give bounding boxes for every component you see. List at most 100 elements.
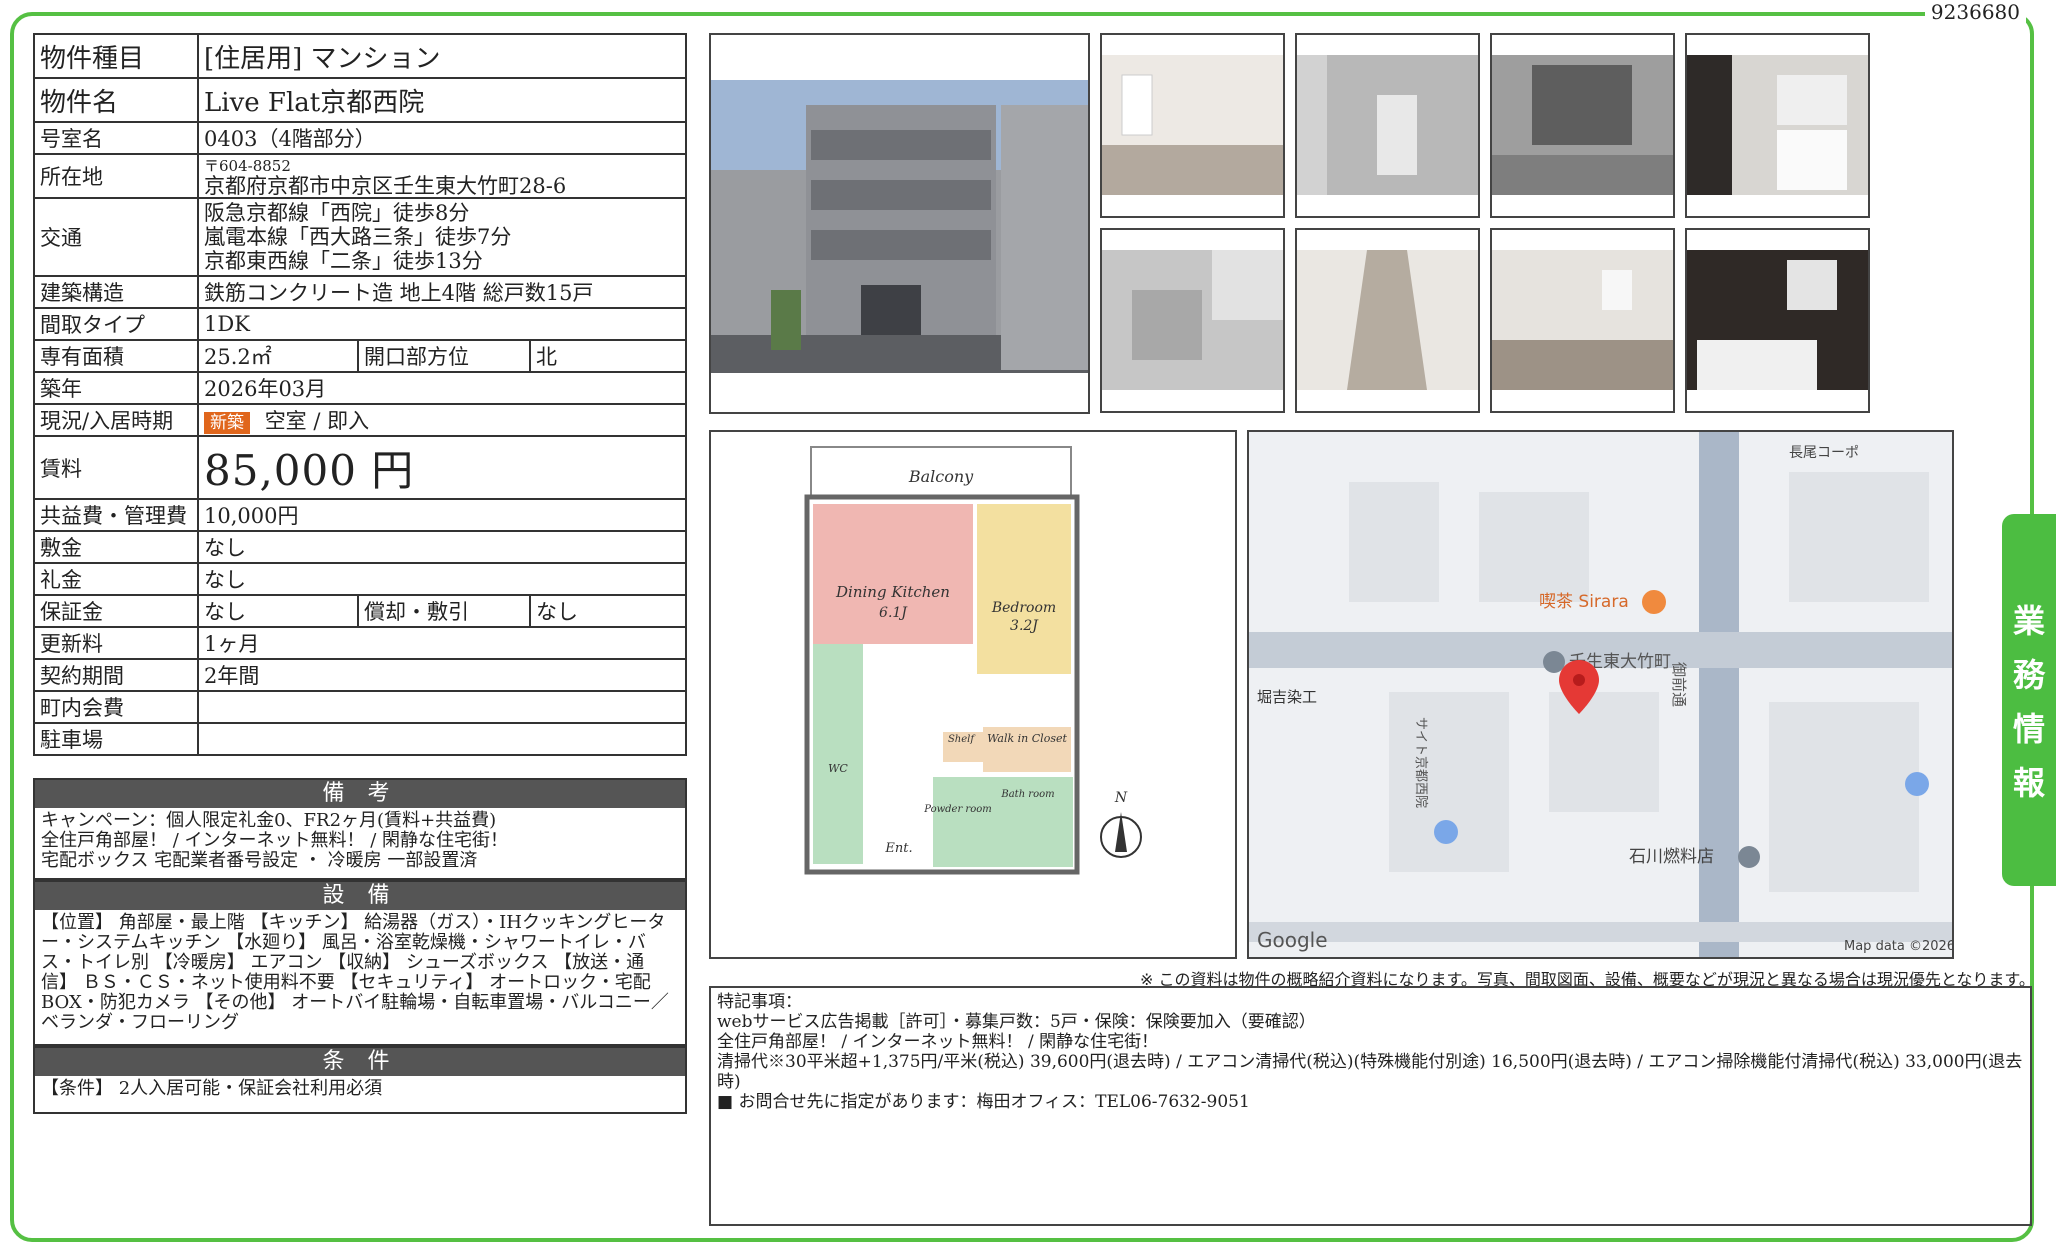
- room-value: 0403（4階部分）: [197, 121, 687, 155]
- key-money-value: なし: [197, 562, 687, 596]
- mailbox-photo[interactable]: [1490, 33, 1675, 218]
- deposit-value: なし: [197, 530, 687, 564]
- bedroom-label: Bedroom: [991, 600, 1056, 616]
- access-label: 交通: [33, 197, 199, 277]
- renewal-label: 更新料: [33, 626, 199, 660]
- exterior-photo[interactable]: [709, 33, 1090, 414]
- structure-value: 鉄筋コンクリート造 地上4階 総戸数15戸: [197, 275, 687, 309]
- amort-label: 償却・敷引: [357, 594, 531, 628]
- side-tab-char: 務: [2012, 656, 2045, 694]
- wc-label: WC: [828, 762, 848, 775]
- notes-line: webサービス広告掲載［許可］・募集戸数：5戸・保険：保険要加入（要確認）: [717, 1012, 1316, 1032]
- layout-value: 1DK: [197, 307, 687, 341]
- zip-code: 〒604-8852: [204, 157, 291, 175]
- remarks-line: 宅配ボックス 宅配業者番号設定 ・ 冷暖房 一部設置済: [41, 850, 478, 871]
- closet-label: Walk in Closet: [987, 732, 1067, 745]
- map-label: 堀吉染工: [1257, 688, 1317, 706]
- parking-label: 駐車場: [33, 722, 199, 756]
- property-info-table: 物件種目 [住居用] マンション 物件名 Live Flat京都西院 号室名 0…: [33, 33, 687, 756]
- google-logo: Google: [1257, 928, 1328, 952]
- entrance-label: Ent.: [884, 841, 912, 856]
- facing-value: 北: [529, 339, 687, 373]
- place-marker-icon: [1543, 651, 1565, 673]
- side-tab-char: 情: [2012, 710, 2045, 748]
- contract-label: 契約期間: [33, 658, 199, 692]
- parking-value: [197, 722, 687, 756]
- map-label: 長尾コーポ: [1789, 445, 1859, 461]
- powder-room-label: Powder room: [923, 804, 992, 815]
- status-cell: 新築 空室 / 即入: [197, 403, 687, 437]
- notes-heading: 特記事項：: [717, 992, 802, 1012]
- remarks-title: 備 考: [35, 780, 685, 808]
- room-photo[interactable]: [1100, 33, 1285, 218]
- layout-label: 間取タイプ: [33, 307, 199, 341]
- status-label: 現況/入居時期: [33, 403, 199, 437]
- document-id: 9236680: [1924, 0, 2026, 24]
- address-value: 京都府京都市中京区壬生東大竹町28-6: [204, 174, 567, 198]
- special-notes: 特記事項： webサービス広告掲載［許可］・募集戸数：5戸・保険：保険要加入（要…: [709, 986, 2032, 1226]
- side-tab-char: 報: [2012, 764, 2045, 802]
- notes-line: 全住戸角部屋！ / インターネット無料！ / 閑静な住宅街！: [717, 1032, 1159, 1052]
- conditions-text: 【条件】 2人入居可能・保証会社利用必須: [41, 1078, 383, 1099]
- area-label: 専有面積: [33, 339, 199, 373]
- dining-kitchen-label: Dining Kitchen: [835, 583, 950, 601]
- bath-room-label: Bath room: [1000, 789, 1054, 800]
- equipment-title: 設 備: [35, 882, 685, 910]
- built-label: 築年: [33, 371, 199, 405]
- notes-line: 清掃代※30平米超+1,375円/平米(税込) 39,600円(退去時) / エ…: [717, 1052, 2023, 1092]
- map-label: 石川燃料店: [1629, 847, 1714, 867]
- bedroom-size: 3.2J: [1010, 618, 1039, 634]
- key-money-label: 礼金: [33, 562, 199, 596]
- type-label: 物件種目: [33, 33, 199, 79]
- fee-value: 10,000円: [197, 498, 687, 532]
- conditions-section: 条 件 【条件】 2人入居可能・保証会社利用必須: [33, 1046, 687, 1114]
- address-label: 所在地: [33, 153, 199, 199]
- parking-icon: [1905, 772, 1929, 796]
- structure-label: 建築構造: [33, 275, 199, 309]
- balcony-label: Balcony: [908, 467, 974, 486]
- area-value: 25.2㎡: [197, 339, 359, 373]
- bedroom-photo[interactable]: [1490, 228, 1675, 413]
- rent-label: 賃料: [33, 435, 199, 500]
- bathroom-photo[interactable]: [1685, 228, 1870, 413]
- facing-label: 開口部方位: [357, 339, 531, 373]
- access-line: 阪急京都線「西院」徒歩8分: [204, 201, 470, 225]
- balcony-photo[interactable]: [1100, 228, 1285, 413]
- hallway-photo[interactable]: [1295, 228, 1480, 413]
- map-credit: Map data ©2026: [1844, 939, 1952, 954]
- conditions-title: 条 件: [35, 1048, 685, 1076]
- name-label: 物件名: [33, 77, 199, 123]
- fee-label: 共益費・管理費: [33, 498, 199, 532]
- renewal-value: 1ヶ月: [197, 626, 687, 660]
- assoc-value: [197, 690, 687, 724]
- toilet-photo[interactable]: [1295, 33, 1480, 218]
- remarks-line: 全住戸角部屋！ / インターネット無料！ / 閑静な住宅街！: [41, 830, 509, 851]
- business-info-tab[interactable]: 業 務 情 報: [2002, 514, 2056, 886]
- assoc-label: 町内会費: [33, 690, 199, 724]
- amort-value: なし: [529, 594, 687, 628]
- parking-icon: [1434, 820, 1458, 844]
- cafe-icon: [1642, 590, 1666, 614]
- remarks-section: 備 考 キャンペーン：個人限定礼金0、FR2ヶ月(賃料+共益費) 全住戸角部屋！…: [33, 778, 687, 880]
- equipment-section: 設 備 【位置】 角部屋・最上階 【キッチン】 給湯器（ガス）・IHクッキングヒ…: [33, 880, 687, 1046]
- name-value: Live Flat京都西院: [197, 77, 687, 123]
- map-label: 御前通: [1670, 662, 1688, 707]
- guarantee-value: なし: [197, 594, 359, 628]
- map-label: 喫茶 Sirara: [1539, 592, 1629, 612]
- location-map[interactable]: 長尾コーポ 喫茶 Sirara 壬生東大竹町 堀吉染工 御前通 サイト京都西院 …: [1247, 430, 1954, 959]
- shelf-label: Shelf: [948, 734, 976, 745]
- contract-value: 2年間: [197, 658, 687, 692]
- deposit-label: 敷金: [33, 530, 199, 564]
- guarantee-label: 保証金: [33, 594, 199, 628]
- access-line: 嵐電本線「西大路三条」徒歩7分: [204, 225, 512, 249]
- north-label: N: [1114, 790, 1128, 806]
- equipment-text: 【位置】 角部屋・最上階 【キッチン】 給湯器（ガス）・IHクッキングヒーター・…: [41, 912, 669, 1033]
- floor-plan[interactable]: Balcony Dining Kitchen 6.1J Bedroom 3.2J…: [709, 430, 1237, 959]
- type-value: [住居用] マンション: [197, 33, 687, 79]
- map-label: サイト京都西院: [1413, 717, 1428, 808]
- new-build-badge: 新築: [204, 412, 250, 434]
- washroom-photo[interactable]: [1685, 33, 1870, 218]
- status-value: 空室 / 即入: [264, 409, 370, 433]
- access-cell: 阪急京都線「西院」徒歩8分 嵐電本線「西大路三条」徒歩7分 京都東西線「二条」徒…: [197, 197, 687, 277]
- built-value: 2026年03月: [197, 371, 687, 405]
